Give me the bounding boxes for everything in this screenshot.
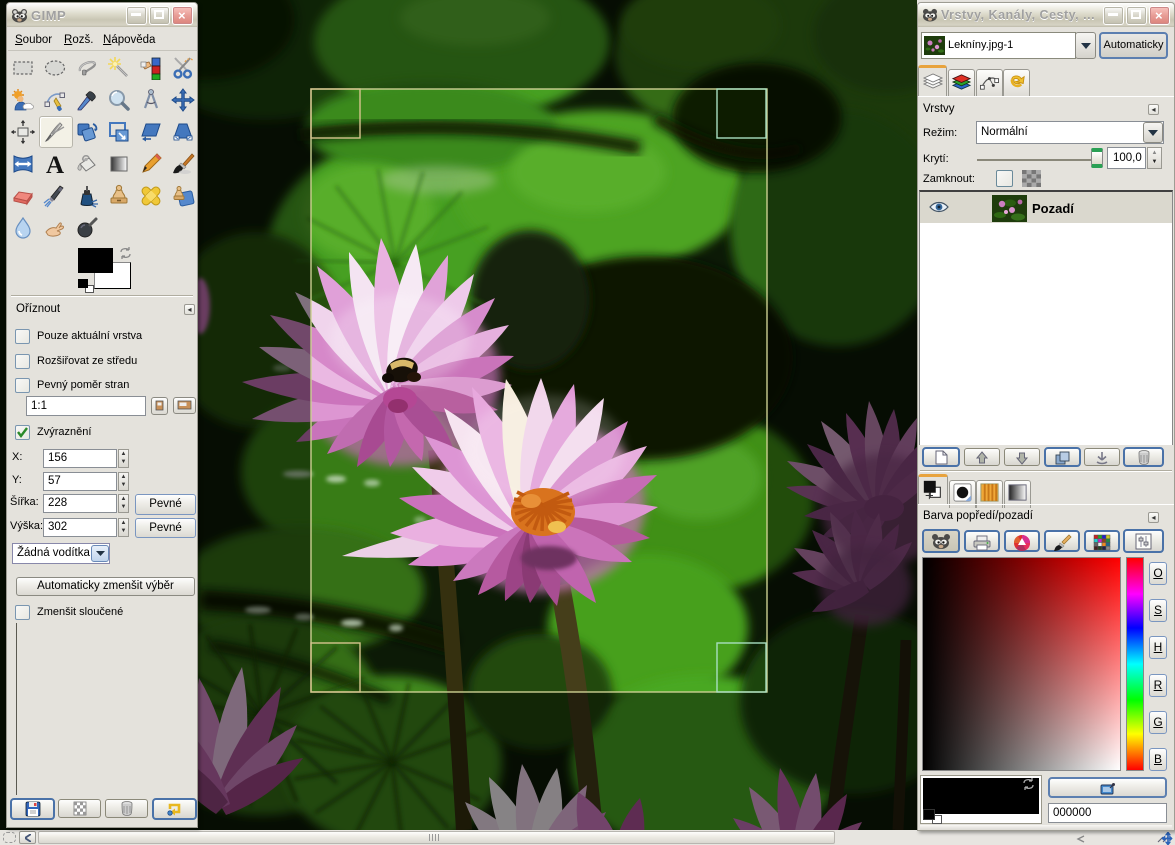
svg-text:A: A — [46, 152, 64, 176]
